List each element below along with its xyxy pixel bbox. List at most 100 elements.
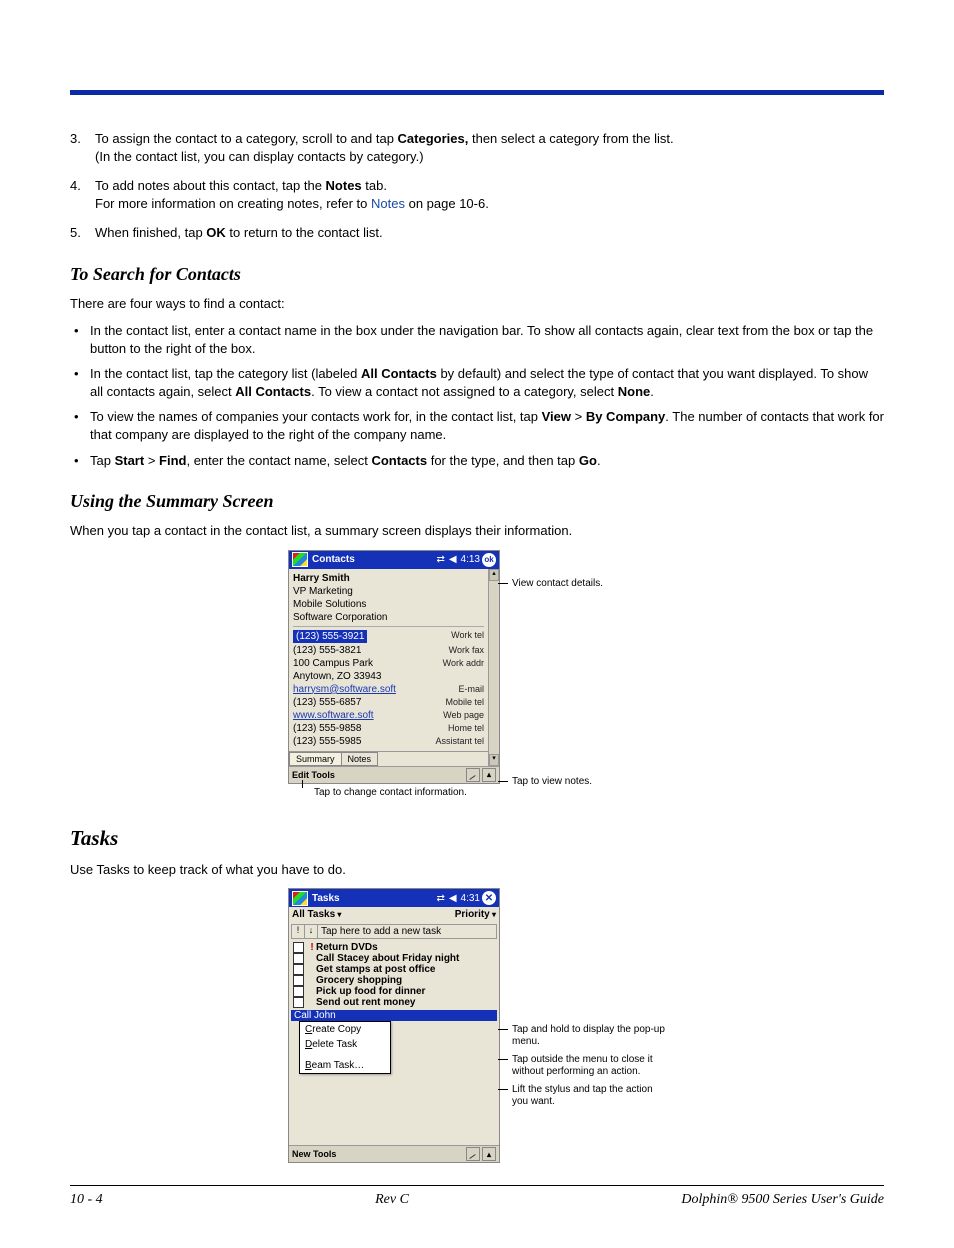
heading-tasks: Tasks	[70, 826, 884, 851]
step-4: 4. To add notes about this contact, tap …	[70, 177, 884, 212]
bold: Go	[579, 453, 597, 468]
volume-icon[interactable]: ◀	[449, 554, 457, 565]
bold: OK	[206, 225, 226, 240]
text: When finished, tap	[95, 225, 206, 240]
menu-create-copy[interactable]: Create Copy	[300, 1022, 390, 1037]
callout-edit: Tap to change contact information.	[288, 784, 500, 798]
up-icon[interactable]: ▴	[482, 1147, 496, 1161]
menu-delete-task[interactable]: Delete Task	[300, 1037, 390, 1052]
contact-company2: Software Corporation	[293, 612, 388, 623]
bullet-3: To view the names of companies your cont…	[70, 408, 884, 443]
bold: Contacts	[371, 453, 427, 468]
checkbox[interactable]	[293, 997, 304, 1008]
task-row[interactable]: Send out rent money	[291, 997, 497, 1008]
menu-new-tools[interactable]: New Tools	[292, 1149, 336, 1159]
callout-details: View contact details.	[512, 578, 603, 589]
callouts-contacts: View contact details. Tap to view notes.	[506, 550, 666, 794]
up-icon[interactable]: ▴	[482, 768, 496, 782]
text: .	[650, 384, 654, 399]
menu-edit-tools[interactable]: Edit Tools	[292, 770, 335, 780]
header-rule	[70, 90, 884, 95]
callout-hold: Tap and hold to display the pop-up menu.	[512, 1024, 665, 1047]
checkbox[interactable]	[293, 942, 304, 953]
heading-summary: Using the Summary Screen	[70, 491, 884, 512]
title: Contacts	[312, 554, 434, 565]
text: To assign the contact to a category, scr…	[95, 131, 398, 146]
text: For more information on creating notes, …	[95, 196, 371, 211]
task-row[interactable]: Get stamps at post office	[291, 964, 497, 975]
link-notes[interactable]: Notes	[371, 196, 405, 211]
conn-icon[interactable]: ⇄	[436, 893, 444, 904]
tab-summary[interactable]: Summary	[289, 752, 342, 766]
text: on page 10-6.	[405, 196, 489, 211]
volume-icon[interactable]: ◀	[449, 893, 457, 904]
bold: Categories,	[398, 131, 469, 146]
web-page[interactable]: www.software.soft	[293, 710, 374, 721]
callout-outside: Tap outside the menu to close it without…	[512, 1054, 653, 1077]
contact-name: Harry Smith	[293, 573, 350, 584]
scrollbar[interactable]: ▴▾	[488, 569, 499, 766]
search-bullets: In the contact list, enter a contact nam…	[70, 322, 884, 469]
label: Home tel	[448, 723, 484, 734]
doc-title: Dolphin® 9500 Series User's Guide	[681, 1192, 884, 1208]
email[interactable]: harrysm@software.soft	[293, 684, 396, 695]
task-row[interactable]: Pick up food for dinner	[291, 986, 497, 997]
close-button[interactable]: ✕	[482, 891, 496, 905]
task-row[interactable]: Call Stacey about Friday night	[291, 953, 497, 964]
bold: Find	[159, 453, 186, 468]
bullet-1: In the contact list, enter a contact nam…	[70, 322, 884, 357]
menu-beam-task[interactable]: Beam Task…	[300, 1058, 390, 1073]
step-3: 3. To assign the contact to a category, …	[70, 130, 884, 165]
text: To view the names of companies your cont…	[90, 409, 542, 424]
bottom-bar: Edit Tools ▴	[289, 766, 499, 783]
filter-all[interactable]: All Tasks	[292, 909, 341, 920]
text: , enter the contact name, select	[186, 453, 371, 468]
callout-notes: Tap to view notes.	[512, 776, 592, 787]
checkbox[interactable]	[293, 953, 304, 964]
checkbox[interactable]	[293, 964, 304, 975]
label: Web page	[443, 710, 484, 721]
sort-priority[interactable]: Priority	[455, 909, 496, 920]
bold: All Contacts	[235, 384, 311, 399]
sip-icon[interactable]	[466, 1147, 480, 1161]
clock: 4:31	[461, 893, 480, 904]
figure-contacts: Contacts ⇄ ◀ 4:13 ok Harry Smith VP Mark…	[70, 550, 884, 798]
bullet-4: Tap Start > Find, enter the contact name…	[70, 452, 884, 470]
work-addr: 100 Campus Park	[293, 658, 373, 669]
callouts-tasks: Tap and hold to display the pop-up menu.…	[506, 888, 666, 1114]
text: .	[597, 453, 601, 468]
text: to return to the contact list.	[226, 225, 383, 240]
text: then select a category from the list.	[468, 131, 673, 146]
text: In the contact list, tap the category li…	[90, 366, 361, 381]
clock: 4:13	[461, 554, 480, 565]
task-selected[interactable]: Call John	[291, 1010, 497, 1021]
conn-icon[interactable]: ⇄	[436, 554, 444, 565]
titlebar: Tasks ⇄ ◀ 4:31 ✕	[289, 889, 499, 907]
contact-role: VP Marketing	[293, 586, 353, 597]
sip-icon[interactable]	[466, 768, 480, 782]
label: Assistant tel	[435, 736, 484, 747]
task-row[interactable]: Grocery shopping	[291, 975, 497, 986]
para-tasks: Use Tasks to keep track of what you have…	[70, 861, 884, 879]
tab-notes[interactable]: Notes	[341, 752, 379, 766]
text: (In the contact list, you can display co…	[95, 149, 424, 164]
task-row[interactable]: !Return DVDs	[291, 942, 497, 953]
text: >	[571, 409, 586, 424]
add-task-row[interactable]: !↓ Tap here to add a new task	[291, 924, 497, 939]
bold: All Contacts	[361, 366, 437, 381]
text: for the type, and then tap	[427, 453, 579, 468]
contact-company: Mobile Solutions	[293, 599, 366, 610]
text: >	[144, 453, 159, 468]
mobile-tel: (123) 555-6857	[293, 697, 361, 708]
text: . To view a contact not assigned to a ca…	[311, 384, 618, 399]
add-task-input[interactable]: Tap here to add a new task	[318, 925, 496, 938]
ok-button[interactable]: ok	[482, 553, 496, 567]
bold: View	[542, 409, 571, 424]
text: Tap	[90, 453, 115, 468]
work-tel[interactable]: (123) 555-3921	[293, 630, 367, 643]
start-icon[interactable]	[292, 552, 308, 567]
checkbox[interactable]	[293, 975, 304, 986]
titlebar: Contacts ⇄ ◀ 4:13 ok	[289, 551, 499, 569]
checkbox[interactable]	[293, 986, 304, 997]
start-icon[interactable]	[292, 891, 308, 906]
